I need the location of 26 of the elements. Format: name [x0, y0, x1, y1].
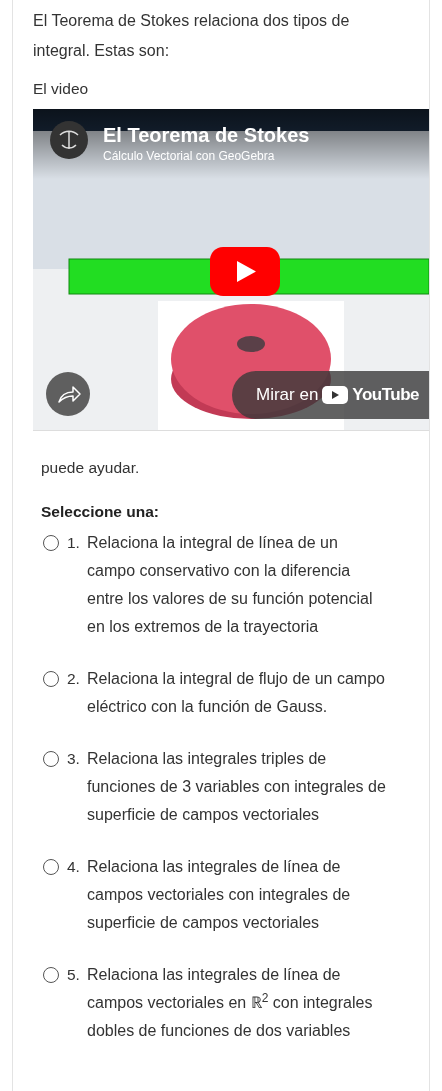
play-logo-icon: [322, 386, 349, 404]
brand-label: YouTube: [352, 384, 420, 407]
watch-on-youtube-button[interactable]: Mirar en YouTube: [232, 371, 429, 419]
option-text[interactable]: Relaciona las integrales de línea de campos vectoriales en ℝ$^{2}$ con integrales dobles de funciones de dos variables: [87, 961, 387, 1045]
radio-button[interactable]: [43, 967, 59, 983]
radio-button[interactable]: [43, 859, 59, 875]
radio-button[interactable]: [43, 671, 59, 687]
option-text[interactable]: Relaciona la integral de flujo de un campo eléctrico con la función de Gauss.: [87, 665, 387, 721]
question-text: puede ayudar.: [40, 458, 141, 478]
radio-button[interactable]: [43, 535, 59, 551]
option-number: 1.: [67, 533, 81, 553]
play-button[interactable]: [210, 247, 280, 296]
option-number: 4.: [67, 857, 81, 877]
channel-avatar-icon[interactable]: [50, 121, 88, 159]
radio-button[interactable]: [43, 751, 59, 767]
option-number: 5.: [67, 965, 81, 985]
option-text[interactable]: Relaciona las integrales de línea de campos vectoriales con integrales de superficie de campos vectoriales: [87, 853, 387, 937]
prompt-label: Seleccione una:: [40, 502, 160, 522]
option-text[interactable]: Relaciona las integrales triples de funciones de 3 variables con integrales de superficie de campos vectoriales: [87, 745, 387, 829]
question-text: El Teorema de Stokes relaciona dos tipos de integral. Estas son:: [32, 11, 351, 61]
share-button[interactable]: [46, 372, 90, 416]
option-number: 3.: [67, 749, 81, 769]
option-text[interactable]: Relaciona la integral de línea de un campo conservativo con la diferencia entre los valores de su función potencial en los extremos de la trayectoria: [87, 529, 387, 641]
option-number: 2.: [67, 669, 81, 689]
watch-label: Mirar en: [256, 384, 319, 407]
question-text: El video: [32, 79, 90, 99]
